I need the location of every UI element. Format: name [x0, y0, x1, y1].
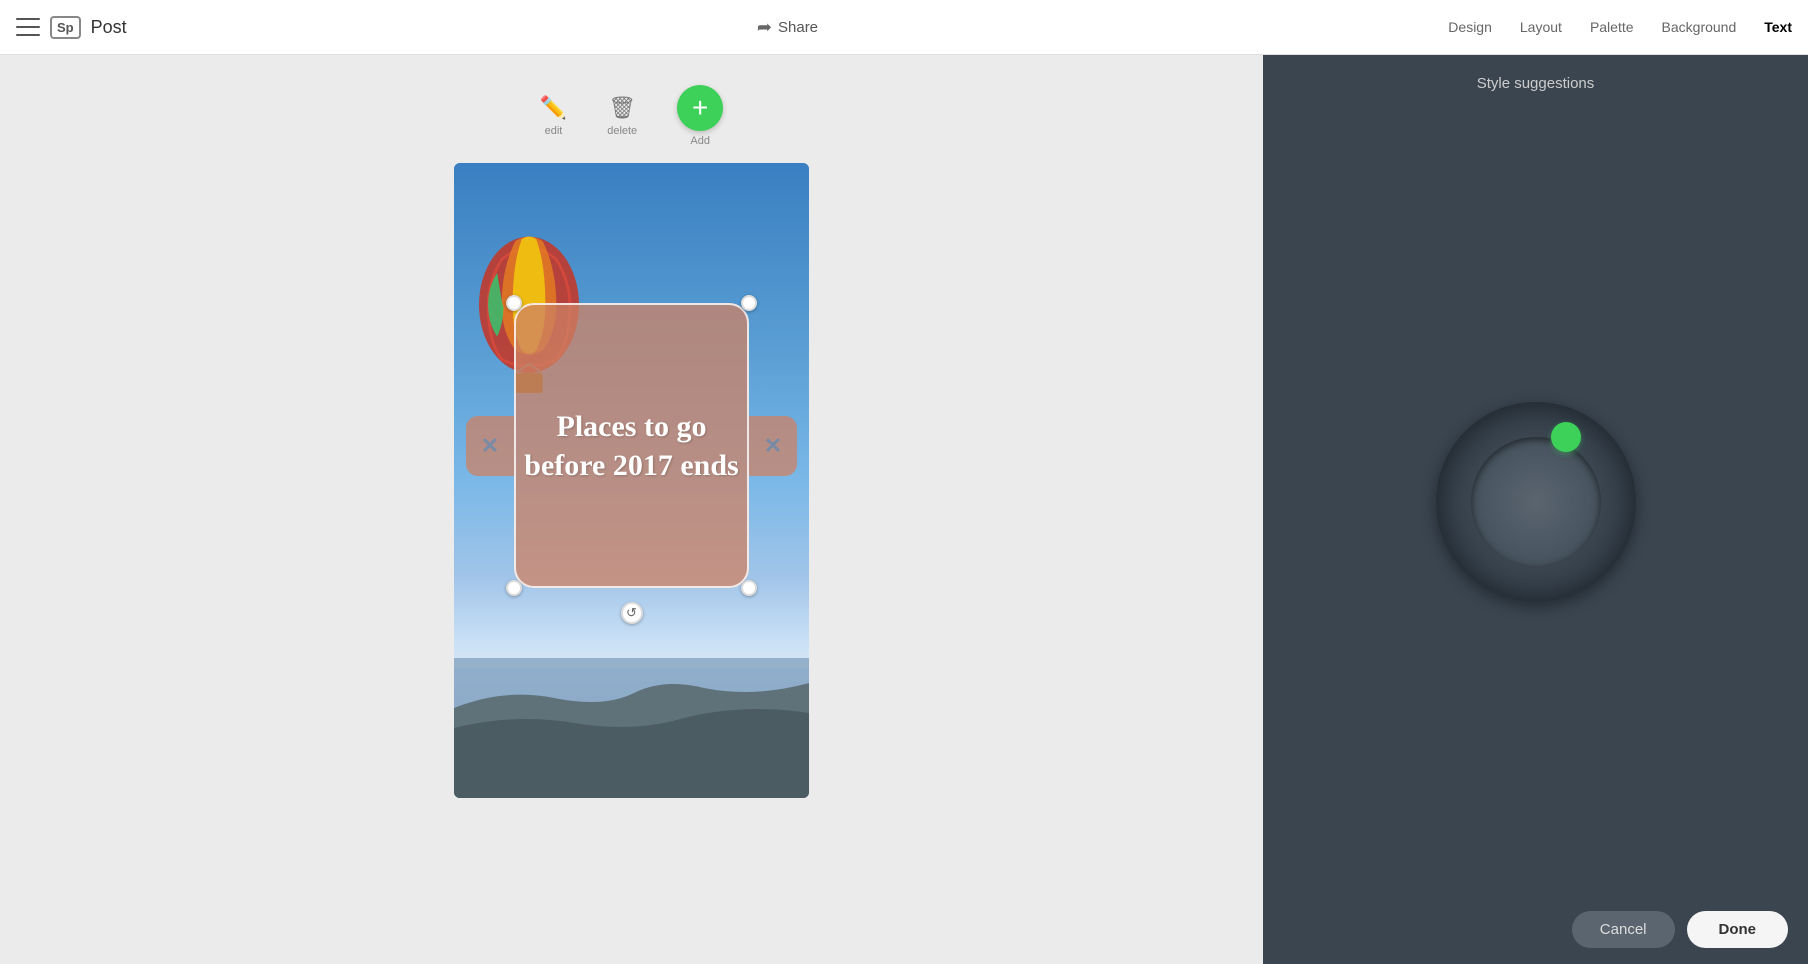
cancel-button[interactable]: Cancel: [1572, 911, 1675, 948]
post-background: ✕ ✕ ↺ Places to go before 2017 e: [454, 163, 809, 798]
add-label: Add: [690, 135, 710, 147]
logo-box: Sp: [50, 16, 81, 39]
x-mark-right: ✕: [764, 433, 782, 459]
add-tool[interactable]: + Add: [677, 85, 723, 147]
edit-label: edit: [545, 125, 563, 137]
logo-text: Sp: [57, 20, 74, 35]
edit-tool[interactable]: ✏️ edit: [540, 95, 567, 137]
arrow-tab-left[interactable]: ✕: [466, 416, 514, 476]
nav-design[interactable]: Design: [1448, 15, 1492, 39]
panel-footer: Cancel Done: [1263, 895, 1808, 964]
overlay-text: Places to go before 2017 ends: [514, 397, 749, 495]
green-dot: [1551, 422, 1581, 452]
x-mark-left: ✕: [481, 433, 499, 459]
rotate-handle[interactable]: ↺: [621, 602, 643, 624]
app-title: Post: [91, 17, 127, 38]
canvas-toolbar: ✏️ edit 🗑 delete + Add: [540, 85, 723, 147]
edit-icon: ✏️: [540, 95, 567, 121]
nav-palette[interactable]: Palette: [1590, 15, 1634, 39]
handle-top-right[interactable]: [741, 295, 757, 311]
panel-title: Style suggestions: [1263, 55, 1808, 108]
nav-background[interactable]: Background: [1662, 15, 1737, 39]
header-left: Sp Post: [16, 16, 127, 39]
style-circle-inner: [1471, 437, 1601, 567]
header-nav: Design Layout Palette Background Text: [1448, 15, 1792, 39]
share-label: Share: [778, 19, 818, 36]
delete-icon: 🗑: [608, 95, 636, 121]
canvas-area: ✏️ edit 🗑 delete + Add: [0, 55, 1263, 964]
delete-tool[interactable]: 🗑 delete: [607, 95, 637, 137]
delete-label: delete: [607, 125, 637, 137]
right-panel: Style suggestions Cancel Done: [1263, 55, 1808, 964]
handle-top-left[interactable]: [506, 295, 522, 311]
arrow-tab-right[interactable]: ✕: [749, 416, 797, 476]
post-card: ✕ ✕ ↺ Places to go before 2017 e: [454, 163, 809, 798]
header: Sp Post ➦ Share Design Layout Palette Ba…: [0, 0, 1808, 55]
nav-layout[interactable]: Layout: [1520, 15, 1562, 39]
handle-bottom-right[interactable]: [741, 580, 757, 596]
style-circle-container: [1263, 108, 1808, 895]
nav-text[interactable]: Text: [1764, 15, 1792, 39]
handle-bottom-left[interactable]: [506, 580, 522, 596]
done-button[interactable]: Done: [1687, 911, 1789, 948]
style-circle-outer[interactable]: [1436, 402, 1636, 602]
add-button[interactable]: +: [677, 85, 723, 131]
header-center: ➦ Share: [127, 17, 1449, 38]
text-overlay-container[interactable]: ✕ ✕ ↺ Places to go before 2017 e: [514, 303, 749, 588]
main: ✏️ edit 🗑 delete + Add: [0, 55, 1808, 964]
share-icon: ➦: [757, 17, 772, 38]
menu-icon[interactable]: [16, 18, 40, 36]
share-button[interactable]: ➦ Share: [757, 17, 818, 38]
